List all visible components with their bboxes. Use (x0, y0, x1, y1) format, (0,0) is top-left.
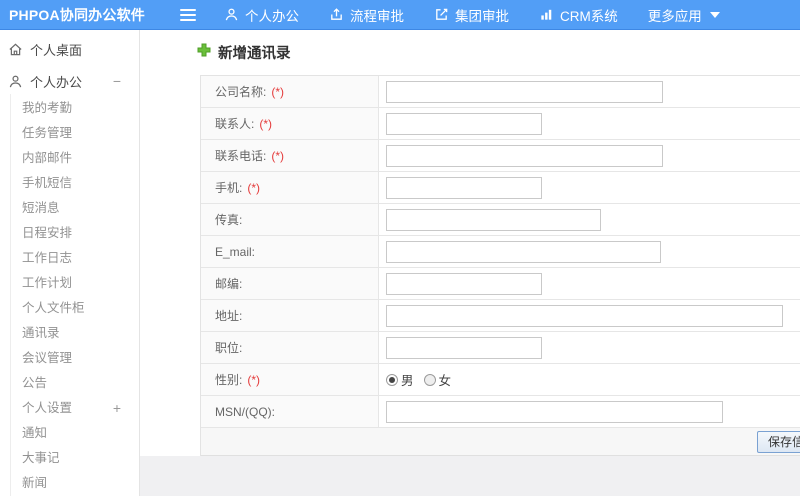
sidebar-item-news[interactable]: 新闻 (11, 471, 139, 496)
required-marker: (*) (271, 84, 285, 99)
form-row-contact-person: 联系人: (*) (201, 108, 800, 140)
address-input[interactable] (386, 304, 783, 327)
field-label: 传真: (215, 213, 243, 227)
form-row-gender: 性别: (*) 男 女 (201, 364, 800, 396)
sidebar-item-desktop[interactable]: 个人桌面 (0, 36, 139, 62)
flow-approval-icon (329, 7, 344, 22)
home-icon (8, 42, 23, 57)
sidebar-item-label: 个人桌面 (30, 42, 83, 58)
gender-female-label: 女 (438, 374, 452, 388)
gender-female-option[interactable]: 女 (423, 370, 452, 389)
form-row-mobile: 手机: (*) (201, 172, 800, 204)
gender-radio-group: 男 女 (386, 370, 451, 389)
form-row-zipcode: 邮编: (201, 268, 800, 300)
field-label: E_mail: (215, 244, 256, 259)
field-label: 邮编: (215, 277, 243, 291)
nav-group-approval[interactable]: 集团审批 (434, 5, 509, 25)
radio-selected-icon[interactable] (386, 373, 398, 386)
form-row-position: 职位: (201, 332, 800, 364)
nav-more-apps[interactable]: 更多应用 (648, 5, 720, 25)
edit-square-icon (434, 7, 449, 22)
content-background (140, 456, 800, 496)
sidebar-item-label: 个人办公 (30, 74, 83, 90)
nav-label: 集团审批 (455, 8, 509, 24)
mobile-input[interactable] (386, 176, 542, 199)
field-label: 公司名称: (215, 85, 267, 99)
nav-personal-office[interactable]: 个人办公 (224, 5, 299, 25)
nav-label: CRM系统 (560, 8, 618, 24)
sidebar-item-notices[interactable]: 通知 (11, 421, 139, 446)
collapse-minus-icon[interactable]: − (113, 74, 121, 88)
nav-crm[interactable]: CRM系统 (539, 5, 618, 25)
sidebar-item-contacts[interactable]: 通讯录 (11, 321, 139, 346)
form-row-contact-phone: 联系电话: (*) (201, 140, 800, 172)
hamburger-menu-icon[interactable] (178, 7, 198, 23)
top-nav: 个人办公 流程审批 集团审批 CRM系统 更多应用 (224, 5, 750, 25)
sidebar: 个人桌面 个人办公 − 我的考勤 任务管理 内部邮件 手机短信 短消息 日程安排… (0, 30, 140, 496)
required-marker: (*) (247, 180, 261, 195)
form-row-address: 地址: (201, 300, 800, 332)
new-contact-form: 公司名称: (*) 联系人: (*) 联系电话: (*) 手机: (*) 传真: E_m… (200, 75, 800, 456)
field-label: 职位: (215, 341, 243, 355)
expand-plus-icon[interactable]: + (113, 396, 121, 421)
sidebar-item-internal-mail[interactable]: 内部邮件 (11, 146, 139, 171)
form-row-fax: 传真: (201, 204, 800, 236)
caret-down-icon (709, 11, 720, 18)
sidebar-submenu: 我的考勤 任务管理 内部邮件 手机短信 短消息 日程安排 工作日志 工作计划 个… (10, 94, 139, 496)
sidebar-item-attendance[interactable]: 我的考勤 (11, 96, 139, 121)
nav-label: 个人办公 (245, 8, 299, 24)
user-icon (224, 7, 239, 22)
app-logo: PHPOA协同办公软件 (9, 6, 145, 23)
required-marker: (*) (271, 148, 285, 163)
required-marker: (*) (247, 372, 261, 387)
nav-flow-approval[interactable]: 流程审批 (329, 5, 404, 25)
save-button[interactable]: 保存信息 (756, 430, 800, 453)
field-label: 联系人: (215, 117, 255, 131)
top-header: PHPOA协同办公软件 个人办公 流程审批 集团审批 CRM系统 更多应用 (0, 0, 800, 30)
field-label: 性别: (215, 373, 243, 387)
sidebar-item-file-cabinet[interactable]: 个人文件柜 (11, 296, 139, 321)
field-label: MSN/(QQ): (215, 404, 275, 419)
page-title-row: 新增通讯录 (140, 30, 800, 75)
fax-input[interactable] (386, 208, 601, 231)
add-plus-icon (197, 43, 211, 62)
field-label: 联系电话: (215, 149, 267, 163)
company-name-input[interactable] (386, 80, 663, 103)
bar-chart-icon (539, 7, 554, 22)
sidebar-item-work-plan[interactable]: 工作计划 (11, 271, 139, 296)
form-actions-row: 保存信息 (201, 428, 800, 456)
sidebar-item-meetings[interactable]: 会议管理 (11, 346, 139, 371)
field-label: 地址: (215, 309, 243, 323)
msn-qq-input[interactable] (386, 400, 723, 423)
form-row-email: E_mail: (201, 236, 800, 268)
gender-male-label: 男 (401, 374, 414, 388)
page-title: 新增通讯录 (218, 46, 291, 62)
field-label: 手机: (215, 181, 243, 195)
form-row-msn-qq: MSN/(QQ): (201, 396, 800, 428)
sidebar-item-short-message[interactable]: 短消息 (11, 196, 139, 221)
zipcode-input[interactable] (386, 272, 542, 295)
sidebar-item-personal-office[interactable]: 个人办公 − (0, 68, 139, 94)
sidebar-item-sms[interactable]: 手机短信 (11, 171, 139, 196)
sidebar-item-schedule[interactable]: 日程安排 (11, 221, 139, 246)
position-input[interactable] (386, 336, 542, 359)
nav-label: 流程审批 (350, 8, 404, 24)
main-content: 新增通讯录 公司名称: (*) 联系人: (*) 联系电话: (*) 手机: (*) 传… (140, 30, 800, 496)
sidebar-item-work-log[interactable]: 工作日志 (11, 246, 139, 271)
contact-person-input[interactable] (386, 112, 542, 135)
required-marker: (*) (259, 116, 273, 131)
gender-male-option[interactable]: 男 (386, 370, 414, 389)
sidebar-item-announcements[interactable]: 公告 (11, 371, 139, 396)
form-row-company: 公司名称: (*) (201, 76, 800, 108)
sidebar-item-events[interactable]: 大事记 (11, 446, 139, 471)
nav-label: 更多应用 (647, 8, 702, 24)
user-icon (8, 74, 23, 89)
email-input[interactable] (386, 240, 661, 263)
sidebar-item-tasks[interactable]: 任务管理 (11, 121, 139, 146)
sidebar-item-personal-settings[interactable]: 个人设置 + (11, 396, 139, 421)
radio-unselected-icon[interactable] (423, 373, 436, 386)
contact-phone-input[interactable] (386, 144, 663, 167)
